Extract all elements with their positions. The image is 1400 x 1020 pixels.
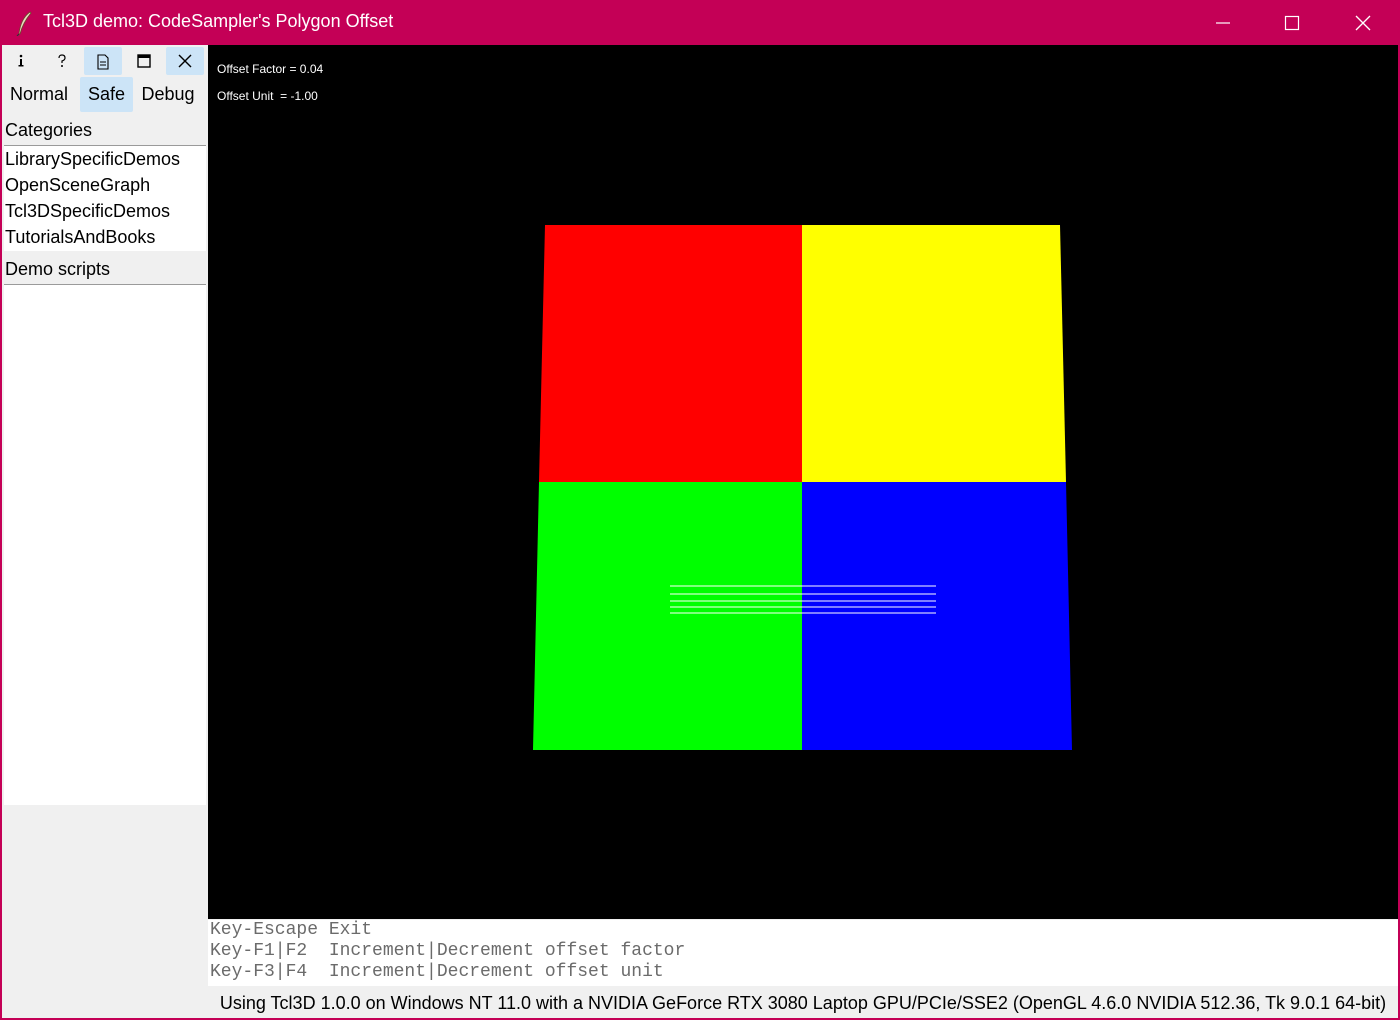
help-line: Key-F3|F4 Increment|Decrement offset uni… [210, 962, 664, 982]
list-item[interactable]: OpenSceneGraph [4, 172, 206, 198]
quad-red [539, 225, 802, 482]
maximize-icon [137, 54, 151, 68]
mode-debug-button[interactable]: Debug [136, 77, 200, 112]
maximize-icon [1284, 15, 1300, 31]
help-text[interactable]: Key-Escape Exit Key-F1|F2 Increment|Decr… [208, 920, 1398, 986]
list-item[interactable]: Tcl3DSpecificDemos [4, 198, 206, 224]
quad-blue [802, 482, 1072, 750]
help-line: Key-F1|F2 Increment|Decrement offset fac… [210, 941, 686, 961]
categories-label: Categories [5, 120, 93, 140]
close-button[interactable] [1329, 0, 1397, 45]
quad-yellow [802, 225, 1066, 482]
categories-list[interactable]: LibrarySpecificDemos OpenSceneGraph Tcl3… [4, 145, 206, 251]
document-icon [97, 54, 109, 70]
list-item[interactable]: LibrarySpecificDemos [4, 146, 206, 172]
close-icon [178, 54, 192, 68]
demo-scripts-list[interactable] [4, 284, 206, 805]
left-panel: Normal Safe Debug Categories LibrarySpec… [2, 45, 208, 1018]
minimize-button[interactable] [1189, 0, 1257, 45]
info-button[interactable] [2, 47, 40, 75]
minimize-icon [1216, 22, 1230, 24]
polygon-offset-scene [533, 225, 1072, 750]
feather-icon [14, 10, 34, 37]
help-button[interactable] [43, 47, 81, 75]
title-bar[interactable]: Tcl3D demo: CodeSampler's Polygon Offset [0, 0, 1400, 45]
window-title: Tcl3D demo: CodeSampler's Polygon Offset [43, 11, 394, 31]
mode-safe-button[interactable]: Safe [80, 77, 133, 112]
window-client: Normal Safe Debug Categories LibrarySpec… [2, 45, 1398, 1018]
help-icon [58, 54, 66, 67]
quad-green [533, 482, 802, 750]
gl-viewport[interactable]: Offset Factor = 0.04 Offset Unit = -1.00 [208, 45, 1398, 919]
list-item[interactable]: TutorialsAndBooks [4, 224, 206, 250]
document-button[interactable] [84, 47, 122, 75]
status-bar: Using Tcl3D 1.0.0 on Windows NT 11.0 wit… [219, 993, 1387, 1013]
mode-normal-button[interactable]: Normal [5, 77, 73, 112]
window-button[interactable] [125, 47, 163, 75]
help-line: Key-Escape Exit [210, 920, 373, 940]
info-icon [18, 54, 24, 67]
close-icon [1355, 15, 1371, 31]
maximize-button[interactable] [1258, 0, 1326, 45]
close-demo-button[interactable] [166, 47, 204, 75]
demo-scripts-label: Demo scripts [5, 259, 111, 279]
